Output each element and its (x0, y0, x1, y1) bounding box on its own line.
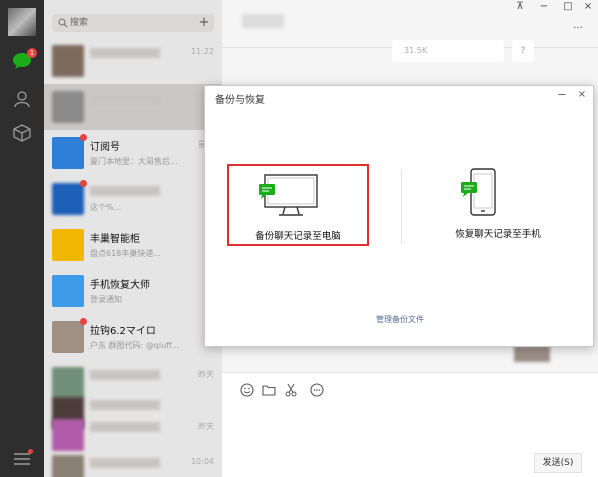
menu-badge (28, 449, 33, 454)
unread-badge: 1 (27, 48, 37, 58)
user-avatar[interactable] (8, 8, 36, 36)
chat-name: 订阅号 (90, 142, 120, 153)
send-button[interactable]: 发送(S) (534, 453, 582, 473)
chat-time: 11:22 (190, 47, 214, 56)
more-button[interactable]: ··· (568, 22, 588, 36)
chat-preview: 户东 群图代码: @qiuff... (90, 341, 180, 350)
chat-list-item[interactable]: 订阅号厦门本地里：大哥售后...星期 (44, 130, 222, 176)
chat-avatar (52, 91, 84, 123)
chat-time: 昨天 (198, 422, 214, 431)
add-chat-button[interactable]: + (194, 14, 214, 32)
chat-name-blurred (90, 370, 160, 380)
chat-name-blurred (90, 400, 160, 410)
chat-name-blurred (90, 458, 160, 468)
nav-rail: 1 (0, 0, 44, 477)
chat-history-icon[interactable] (310, 383, 324, 397)
backup-to-pc-option[interactable]: 备份聊天记录至电脑 (227, 164, 369, 246)
chat-preview: 登录通知 (90, 295, 122, 304)
message-bubble: 31.5K (392, 40, 504, 62)
chat-avatar (52, 455, 84, 477)
phone-icon (461, 168, 496, 216)
chat-list-item[interactable]: 11:22 (44, 38, 222, 84)
menu-icon[interactable] (13, 452, 31, 466)
unread-dot (80, 318, 87, 325)
maximize-button[interactable]: □ (558, 0, 578, 14)
chat-name: 手机恢复大师 (90, 280, 150, 291)
unread-dot (80, 180, 87, 187)
scissors-icon[interactable] (284, 383, 298, 397)
chat-name-blurred (90, 48, 160, 58)
pin-button[interactable]: ⊼ (510, 0, 530, 14)
chat-title-blurred (242, 14, 284, 28)
backup-to-pc-label: 备份聊天记录至电脑 (255, 231, 341, 242)
chat-avatar (52, 321, 84, 353)
chat-list-item[interactable]: 丰巢智能柜盘点618丰巢快递... (44, 222, 222, 268)
search-box (52, 14, 196, 32)
chat-avatar (52, 229, 84, 261)
chat-name-blurred (90, 422, 160, 432)
emoji-icon[interactable] (240, 383, 254, 397)
chat-avatar (52, 137, 84, 169)
restore-to-phone-label: 恢复聊天记录至手机 (455, 229, 541, 240)
chat-preview: 这个%... (90, 203, 122, 212)
favorites-icon[interactable] (13, 124, 31, 142)
chat-preview: 盘点618丰巢快递... (90, 249, 161, 258)
dialog-minimize-button[interactable]: − (555, 88, 569, 102)
option-divider (401, 170, 402, 244)
chat-avatar (52, 419, 84, 451)
minimize-button[interactable]: − (534, 0, 554, 14)
manage-backup-link[interactable]: 管理备份文件 (205, 314, 595, 325)
close-button[interactable]: × (578, 0, 598, 14)
folder-icon[interactable] (262, 383, 276, 397)
chat-list-item[interactable]: 10:04 (44, 448, 222, 477)
chat-avatar (52, 183, 84, 215)
chat-avatar (52, 45, 84, 77)
chat-list-item[interactable] (44, 84, 222, 130)
chat-time: 10:04 (190, 457, 214, 466)
chat-list-item[interactable]: 手机恢复大师 登录通知 (44, 268, 222, 314)
chat-name: 拉钩6.2マイロ (90, 326, 156, 337)
message-input-area[interactable]: 发送(S) (222, 372, 598, 477)
chat-list-item[interactable]: 这个%... (44, 176, 222, 222)
message-bubble-icon: ? (512, 40, 534, 62)
chat-list: + 11:22订阅号厦门本地里：大哥售后...星期这个%...丰巢智能柜盘点61… (44, 0, 222, 477)
chat-name-blurred (90, 186, 160, 196)
dialog-close-button[interactable]: × (575, 88, 589, 102)
chat-name-blurred (90, 94, 160, 104)
restore-to-phone-option[interactable]: 恢复聊天记录至手机 (427, 164, 569, 246)
chat-time: 昨天 (198, 370, 214, 379)
unread-dot (80, 134, 87, 141)
search-input[interactable] (70, 14, 190, 32)
contacts-icon[interactable] (13, 90, 31, 108)
computer-icon (259, 174, 318, 216)
sender-avatar (514, 346, 550, 362)
chat-avatar (52, 275, 84, 307)
backup-dialog: 备份与恢复 − × 备份聊天记录至电脑 恢复聊天记录至手机 管理备份文件 (204, 85, 594, 347)
chat-preview: 厦门本地里：大哥售后... (90, 157, 178, 166)
search-icon (58, 18, 68, 28)
chat-name: 丰巢智能柜 (90, 234, 140, 245)
dialog-title: 备份与恢复 (215, 95, 265, 106)
chat-list-item[interactable]: 拉钩6.2マイロ户东 群图代码: @qiuff... (44, 314, 222, 360)
